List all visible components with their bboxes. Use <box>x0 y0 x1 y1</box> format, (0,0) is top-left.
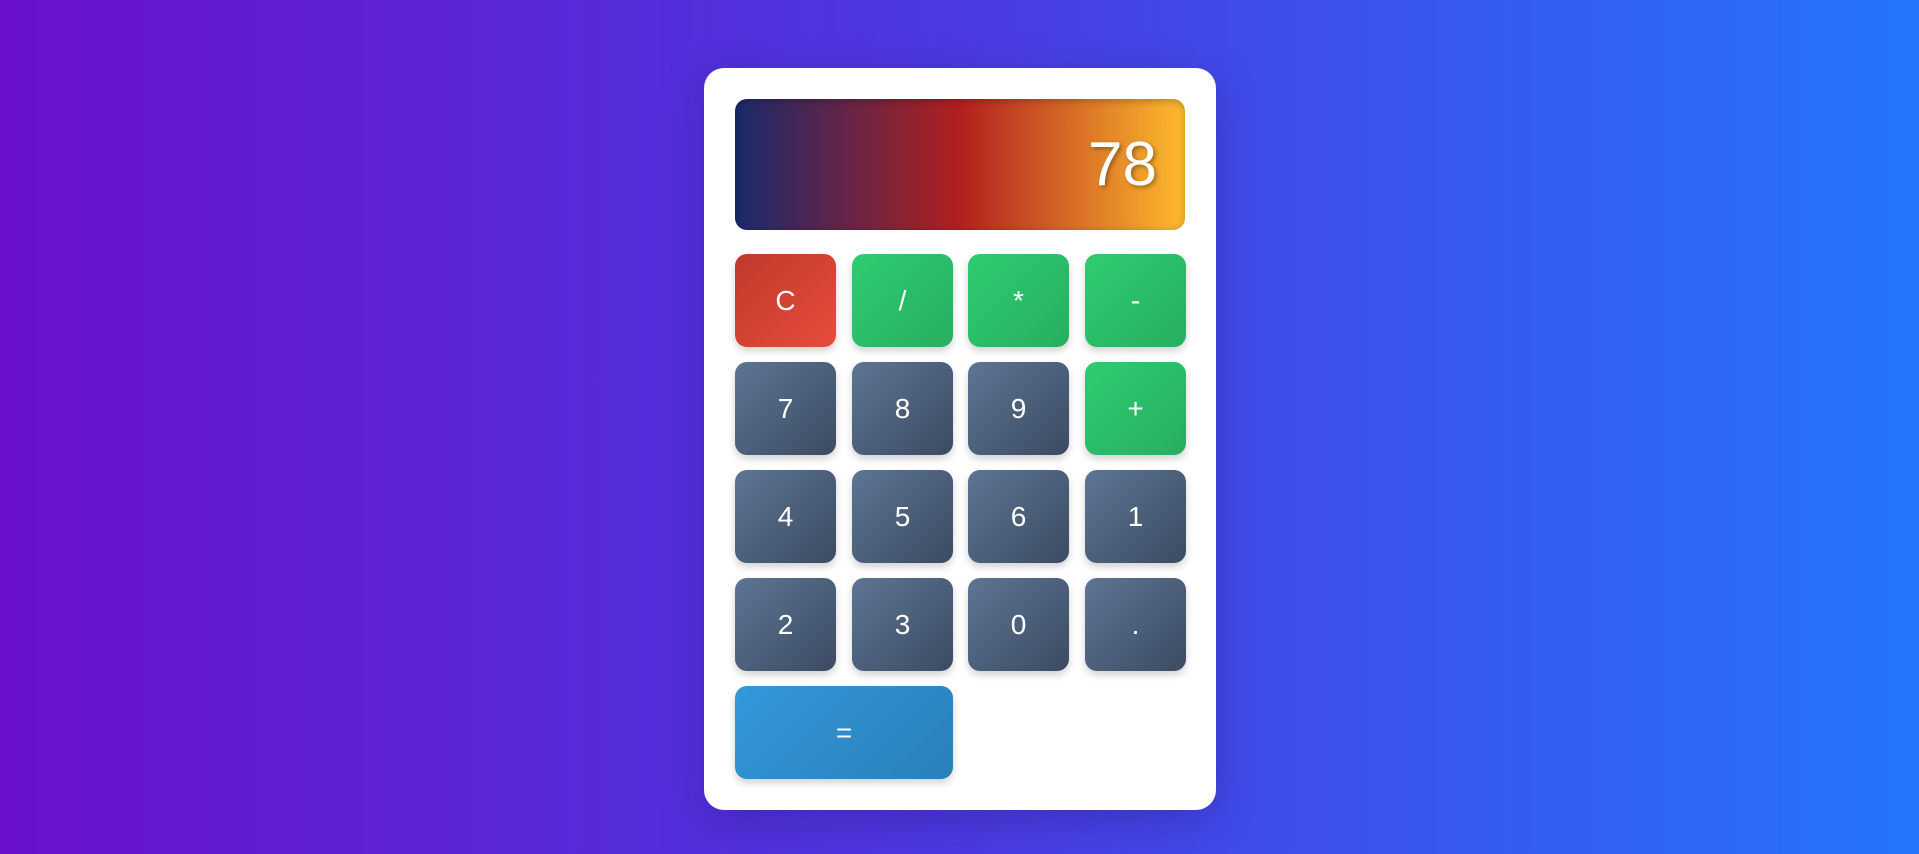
digit-1-button[interactable]: 1 <box>1085 470 1186 563</box>
digit-8-button[interactable]: 8 <box>852 362 953 455</box>
multiply-button[interactable]: * <box>968 254 1069 347</box>
digit-9-button[interactable]: 9 <box>968 362 1069 455</box>
calculator-display: 78 <box>735 99 1185 230</box>
digit-7-button[interactable]: 7 <box>735 362 836 455</box>
decimal-button[interactable]: . <box>1085 578 1186 671</box>
digit-3-button[interactable]: 3 <box>852 578 953 671</box>
divide-button[interactable]: / <box>852 254 953 347</box>
clear-button[interactable]: C <box>735 254 836 347</box>
digit-0-button[interactable]: 0 <box>968 578 1069 671</box>
digit-4-button[interactable]: 4 <box>735 470 836 563</box>
calculator: 78 C / * - 7 8 9 + 4 5 6 1 2 3 0 . = <box>704 68 1216 810</box>
equals-button[interactable]: = <box>735 686 953 779</box>
digit-5-button[interactable]: 5 <box>852 470 953 563</box>
digit-6-button[interactable]: 6 <box>968 470 1069 563</box>
display-value: 78 <box>1088 129 1157 199</box>
subtract-button[interactable]: - <box>1085 254 1186 347</box>
add-button[interactable]: + <box>1085 362 1186 455</box>
digit-2-button[interactable]: 2 <box>735 578 836 671</box>
